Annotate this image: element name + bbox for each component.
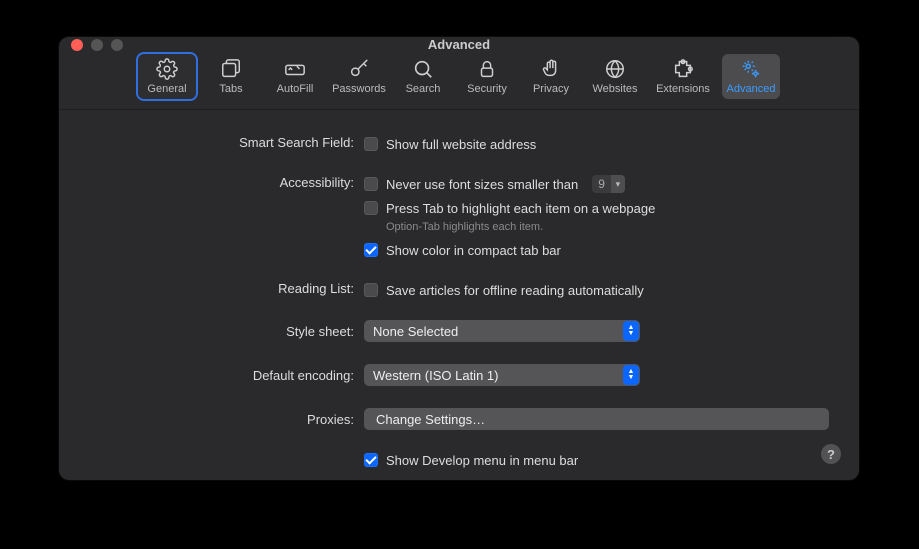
titlebar: Advanced: [59, 37, 859, 52]
smart-search-label: Smart Search Field:: [89, 134, 364, 150]
pencil-icon: [284, 58, 306, 80]
tab-label: Search: [406, 83, 441, 95]
tab-label: Passwords: [332, 83, 386, 95]
preferences-toolbar: General Tabs AutoFill Passwords Search: [59, 52, 859, 110]
default-encoding-select[interactable]: Western (ISO Latin 1) ▲▼: [364, 364, 640, 386]
chevron-down-icon: ▾: [611, 175, 625, 193]
compact-color-checkbox[interactable]: [364, 243, 378, 257]
press-tab-hint: Option-Tab highlights each item.: [386, 221, 829, 233]
min-font-stepper[interactable]: 9 ▾: [592, 175, 625, 193]
tab-search[interactable]: Search: [394, 54, 452, 99]
lock-icon: [476, 58, 498, 80]
help-button[interactable]: ?: [821, 444, 841, 464]
search-icon: [412, 58, 434, 80]
tab-label: Websites: [592, 83, 637, 95]
press-tab-checkbox[interactable]: [364, 201, 378, 215]
min-font-checkbox[interactable]: [364, 177, 378, 191]
press-tab-text: Press Tab to highlight each item on a we…: [386, 201, 655, 216]
show-develop-checkbox[interactable]: [364, 453, 378, 467]
show-develop-text: Show Develop menu in menu bar: [386, 453, 578, 468]
tab-label: AutoFill: [277, 83, 314, 95]
compact-color-text: Show color in compact tab bar: [386, 243, 561, 258]
style-sheet-label: Style sheet:: [89, 320, 364, 339]
default-encoding-value: Western (ISO Latin 1): [373, 368, 498, 383]
gears-icon: [740, 58, 762, 80]
style-sheet-value: None Selected: [373, 324, 458, 339]
tab-passwords[interactable]: Passwords: [330, 54, 388, 99]
window-title: Advanced: [59, 37, 859, 52]
tab-autofill[interactable]: AutoFill: [266, 54, 324, 99]
tab-websites[interactable]: Websites: [586, 54, 644, 99]
reading-list-label: Reading List:: [89, 280, 364, 296]
globe-icon: [604, 58, 626, 80]
save-offline-checkbox[interactable]: [364, 283, 378, 297]
accessibility-label: Accessibility:: [89, 174, 364, 190]
tab-label: Security: [467, 83, 507, 95]
updown-icon: ▲▼: [623, 365, 639, 385]
updown-icon: ▲▼: [623, 321, 639, 341]
tab-label: Advanced: [727, 83, 776, 95]
tab-security[interactable]: Security: [458, 54, 516, 99]
gear-icon: [156, 58, 178, 80]
preferences-window: Advanced General Tabs AutoFill Passwor: [59, 37, 859, 480]
change-settings-button[interactable]: Change Settings…: [364, 408, 829, 430]
tab-label: General: [147, 83, 186, 95]
advanced-panel: Smart Search Field: Show full website ad…: [59, 110, 859, 480]
tab-label: Tabs: [219, 83, 242, 95]
tab-extensions[interactable]: Extensions: [650, 54, 716, 99]
show-full-address-checkbox[interactable]: [364, 137, 378, 151]
puzzle-icon: [672, 58, 694, 80]
save-offline-text: Save articles for offline reading automa…: [386, 283, 644, 298]
style-sheet-select[interactable]: None Selected ▲▼: [364, 320, 640, 342]
key-icon: [348, 58, 370, 80]
tabs-icon: [220, 58, 242, 80]
tab-privacy[interactable]: Privacy: [522, 54, 580, 99]
hand-icon: [540, 58, 562, 80]
default-encoding-label: Default encoding:: [89, 364, 364, 383]
tab-advanced[interactable]: Advanced: [722, 54, 780, 99]
tab-label: Extensions: [656, 83, 710, 95]
tab-general[interactable]: General: [138, 54, 196, 99]
tab-label: Privacy: [533, 83, 569, 95]
min-font-text: Never use font sizes smaller than: [386, 177, 578, 192]
show-full-address-text: Show full website address: [386, 137, 536, 152]
tab-tabs[interactable]: Tabs: [202, 54, 260, 99]
proxies-label: Proxies:: [89, 408, 364, 427]
